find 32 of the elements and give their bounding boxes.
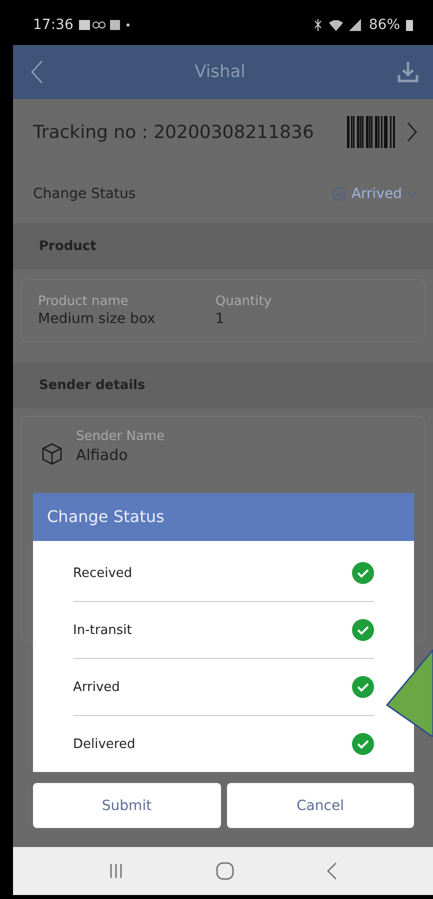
section-header: Sender details [13, 362, 433, 408]
dialog-button[interactable]: Submit [33, 783, 220, 828]
section-header: Product [13, 223, 433, 269]
battery-level: 86% [368, 17, 400, 33]
barcode-icon[interactable] [347, 116, 395, 148]
status-option[interactable]: In-transit [73, 622, 132, 638]
notification-icons [79, 19, 132, 31]
status-option[interactable]: Delivered [73, 736, 136, 752]
back-icon[interactable] [31, 60, 43, 84]
status-time: 17:36 [33, 17, 74, 33]
box-icon [42, 443, 62, 465]
field-value: Medium size box [38, 311, 156, 327]
field-label: Sender Name [76, 429, 165, 444]
app-title: Vishal [194, 62, 246, 82]
home-icon[interactable] [216, 862, 234, 880]
back-icon[interactable] [326, 862, 337, 880]
status-option[interactable]: Arrived [73, 680, 120, 694]
field-label: Quantity [215, 294, 272, 309]
field-value: 1 [215, 311, 226, 327]
battery-icon [406, 19, 413, 31]
recent-apps-icon[interactable] [109, 863, 124, 879]
check-circle-icon [332, 187, 346, 201]
status-option[interactable]: Received [73, 566, 132, 580]
field-label: Product name [38, 294, 130, 309]
dialog-title: Change Status [33, 493, 414, 541]
signal-icons [312, 18, 363, 32]
change-status-label: Change Status [33, 186, 136, 202]
dialog-button[interactable]: Cancel [226, 783, 414, 828]
chevron-right-icon[interactable] [407, 122, 417, 142]
download-icon[interactable] [396, 61, 419, 83]
tracking-number: Tracking no : 20200308211836 [33, 122, 314, 142]
field-value: Alfiado [76, 446, 129, 464]
